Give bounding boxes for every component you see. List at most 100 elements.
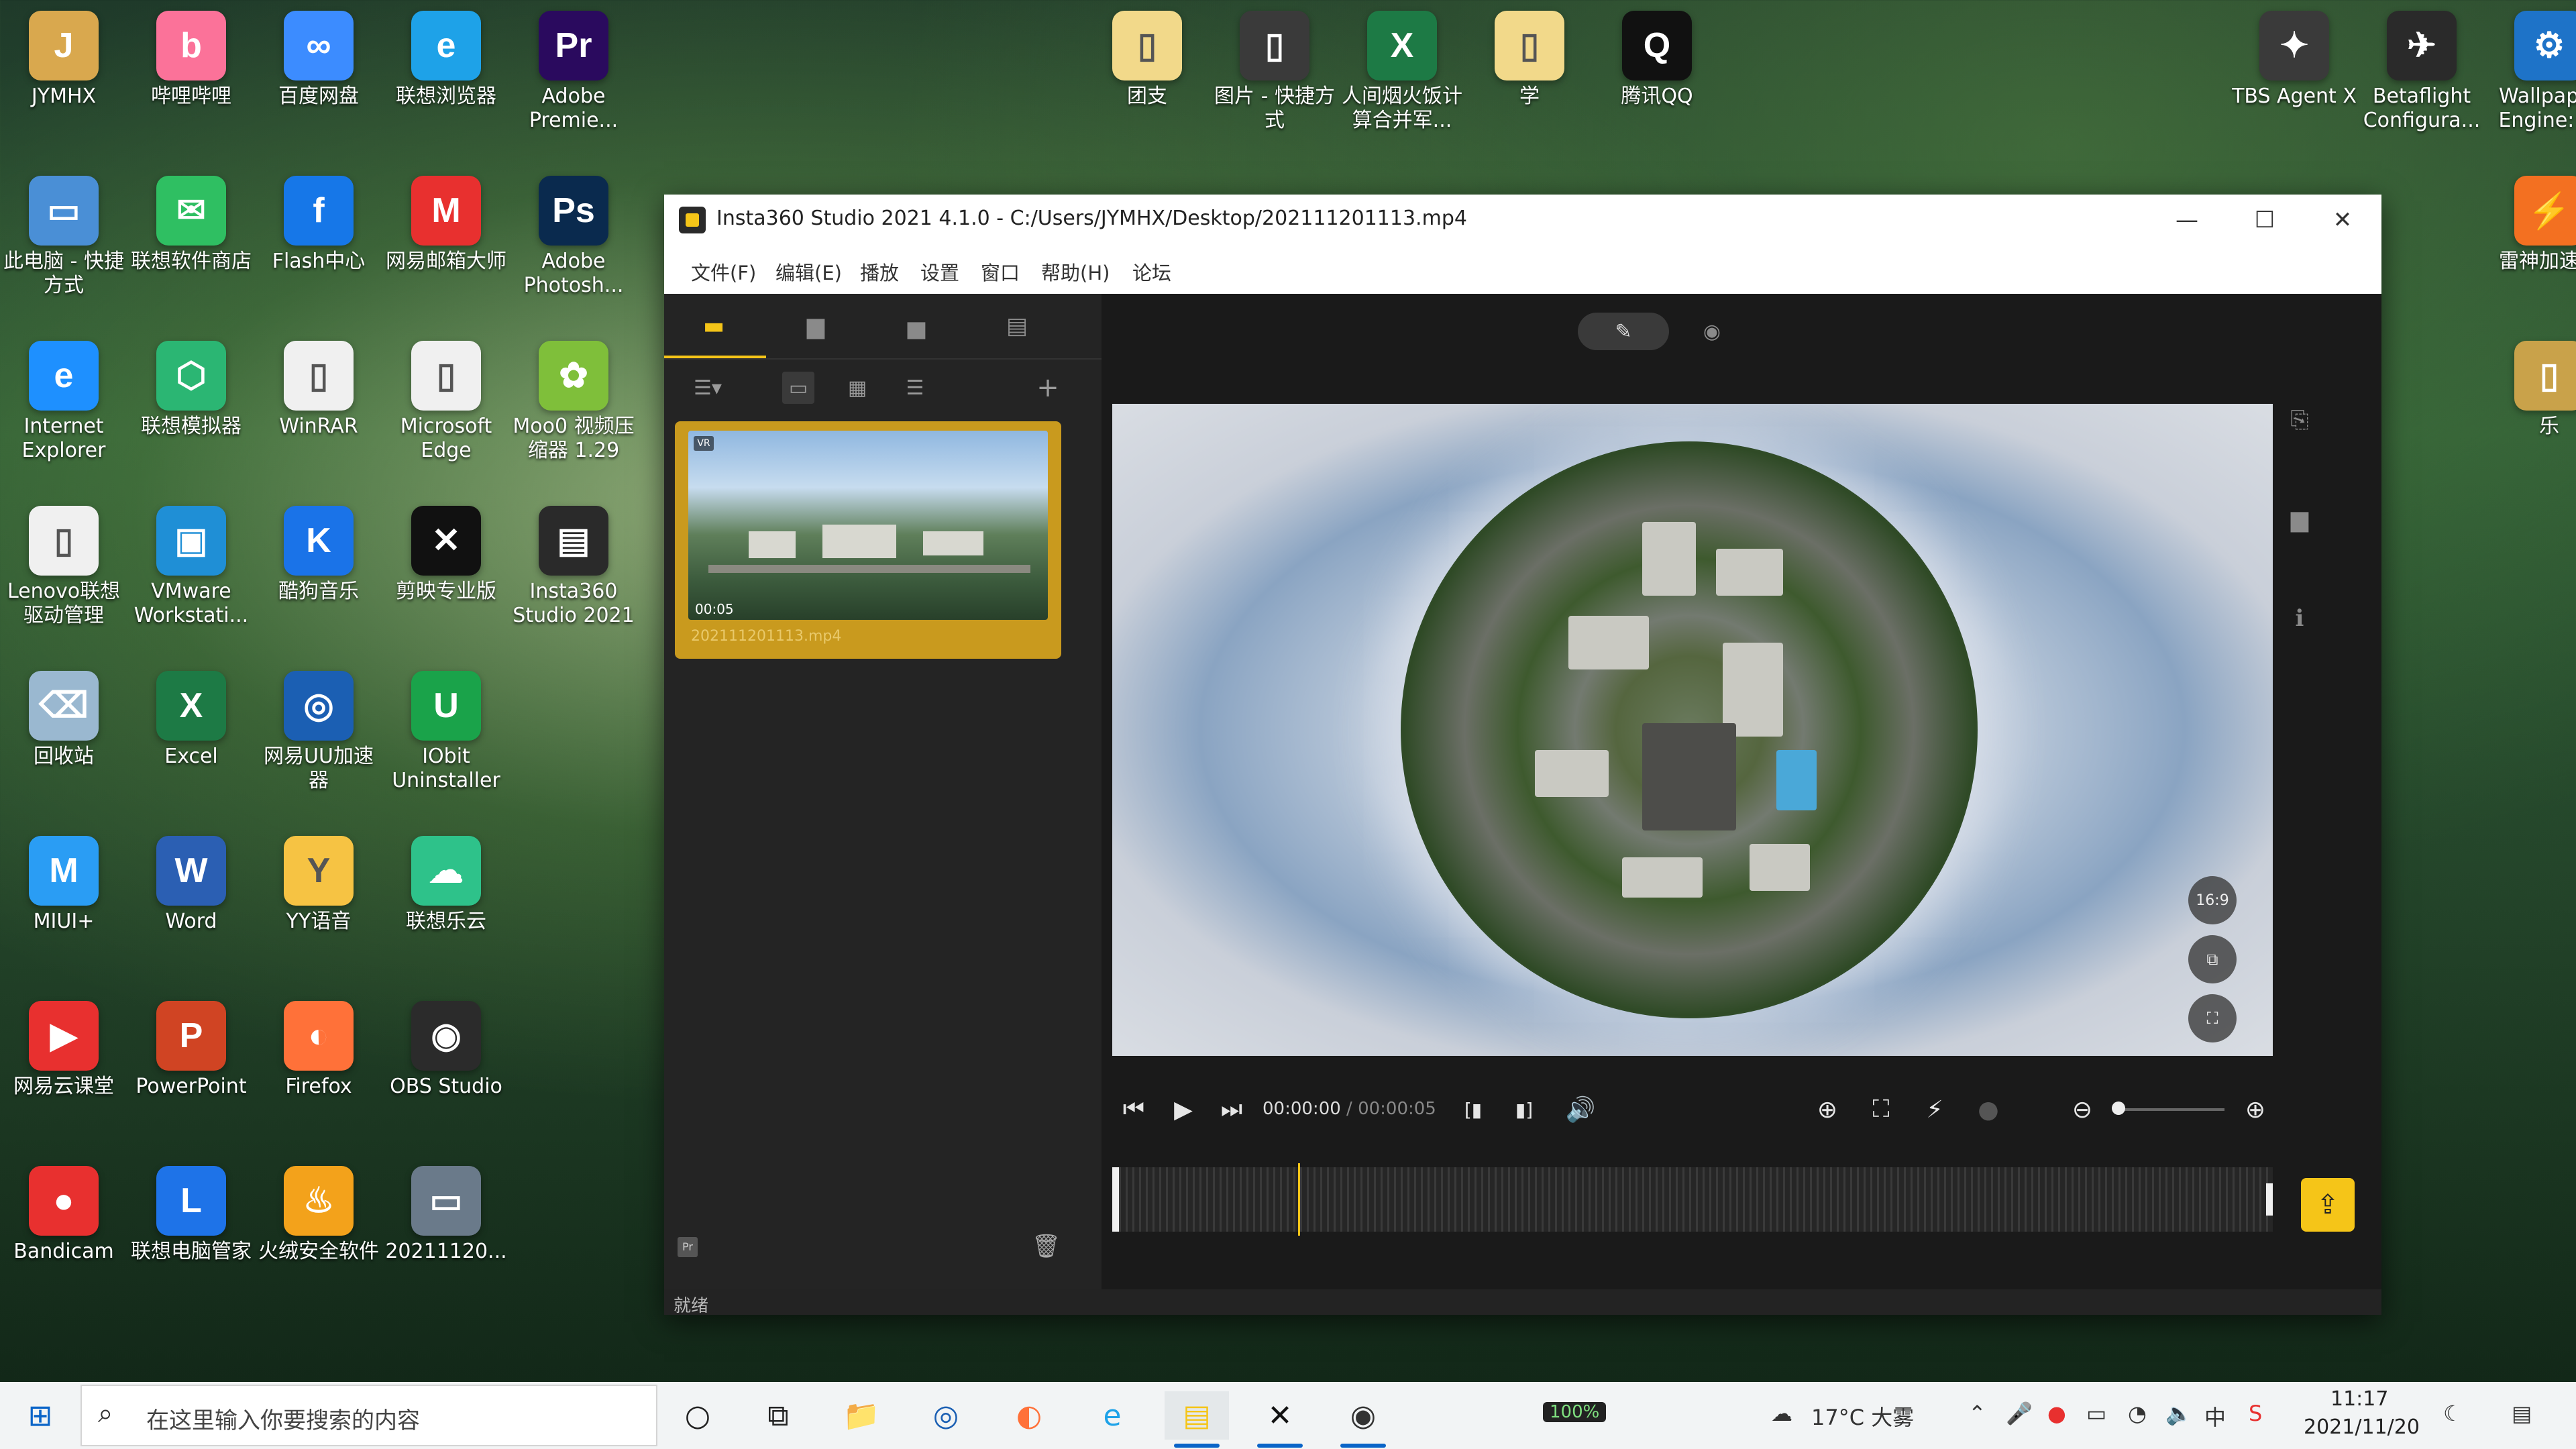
desktop-icon[interactable]: ✈ Betaflight Configura... [2358, 11, 2485, 133]
volume-icon[interactable]: 🔊 [1562, 1091, 1599, 1128]
document-icon[interactable]: ▤ [997, 307, 1037, 345]
playhead[interactable] [1298, 1163, 1300, 1236]
desktop-icon[interactable]: L 联想电脑管家 [127, 1166, 255, 1264]
desktop-icon[interactable]: ▯ 乐 [2485, 341, 2576, 439]
windows-start-icon[interactable]: ⊞ [13, 1393, 67, 1438]
add-keyframe-icon[interactable]: ⊕ [1809, 1091, 1846, 1128]
desktop-icon[interactable]: Y YY语音 [255, 836, 382, 934]
desktop-icon[interactable]: ∞ 百度网盘 [255, 11, 382, 109]
desktop-icon[interactable]: ▭ 此电脑 - 快捷方式 [0, 176, 127, 298]
desktop-icon[interactable]: ▯ WinRAR [255, 341, 382, 439]
desktop-icon[interactable]: e Internet Explorer [0, 341, 127, 463]
desktop-icon[interactable]: ✿ Moo0 视频压缩器 1.29 [510, 341, 637, 463]
desktop-icon[interactable]: ⚙ Wallpaper Engine: ... [2485, 11, 2576, 133]
focus-assist-icon[interactable]: ☾ [2443, 1401, 2463, 1426]
sort-menu-icon[interactable]: ☰▾ [684, 372, 731, 404]
desktop-icon[interactable]: M 网易邮箱大师 [382, 176, 510, 274]
firefox-icon[interactable]: ◐ [997, 1391, 1061, 1440]
weather-text[interactable]: 17°C 大雾 [1811, 1401, 1914, 1432]
title-bar[interactable]: Insta360 Studio 2021 4.1.0 - C:/Users/JY… [664, 195, 2381, 246]
maximize-button[interactable]: ☐ [2226, 195, 2304, 246]
microphone-icon[interactable]: 🎤 [2006, 1401, 2033, 1426]
desktop-icon[interactable]: ⬡ 联想模拟器 [127, 341, 255, 439]
insta360-taskbar-icon[interactable]: ▤ [1165, 1391, 1229, 1448]
desktop-icon[interactable]: b 哔哩哔哩 [127, 11, 255, 109]
task-view-icon[interactable]: ⧉ [746, 1391, 810, 1440]
export-icon[interactable]: ⇪ [2301, 1178, 2355, 1232]
cortana-icon[interactable]: ○ [665, 1391, 730, 1440]
tray-chevron-icon[interactable]: ⌃ [1968, 1401, 1986, 1426]
aspect-ratio-button[interactable]: 16:9 [2188, 876, 2237, 924]
list-view-icon[interactable]: ☰ [899, 372, 931, 404]
desktop-icon[interactable]: ◐ Firefox [255, 1001, 382, 1099]
folder-icon[interactable]: ▅ [896, 307, 936, 345]
view-mode-icon[interactable]: ⧉ [2188, 935, 2237, 983]
desktop-icon[interactable]: ♨ 火绒安全软件 [255, 1166, 382, 1264]
timeline-track[interactable] [1112, 1163, 2273, 1236]
menu-help[interactable]: 帮助(H) [1041, 258, 1110, 286]
desktop-icon[interactable]: X Excel [127, 671, 255, 769]
weather-icon[interactable]: ☁ [1771, 1401, 1792, 1426]
obs-taskbar-icon[interactable]: ◉ [1331, 1391, 1395, 1448]
menu-edit[interactable]: 编辑(E) [775, 258, 842, 286]
desktop-icon[interactable]: ▯ Lenovo联想驱动管理 [0, 506, 127, 628]
file-icon[interactable]: ▆ [796, 307, 836, 345]
media-clip-card[interactable]: VR 00:05 202111201113.mp4 [675, 421, 1061, 659]
desktop-icon[interactable]: e 联想浏览器 [382, 11, 510, 109]
taskbar-search-input[interactable]: ⌕ 在这里输入你要搜索的内容 [80, 1385, 657, 1446]
timeline-start-handle[interactable] [1112, 1167, 1119, 1232]
desktop-icon[interactable]: ▣ VMware Workstati... [127, 506, 255, 628]
timeline-end-handle[interactable] [2266, 1183, 2273, 1216]
uu-accelerator-icon[interactable]: ◎ [914, 1391, 978, 1440]
premiere-export-icon[interactable]: Pr [678, 1237, 698, 1257]
trash-icon[interactable]: 🗑 [1032, 1233, 1061, 1260]
desktop-icon[interactable]: Ps Adobe Photosh... [510, 176, 637, 298]
info-icon[interactable]: ℹ [2275, 594, 2324, 643]
menu-forum[interactable]: 论坛 [1132, 258, 1171, 286]
desktop-icon[interactable]: ▶ 网易云课堂 [0, 1001, 127, 1099]
file-explorer-icon[interactable]: 📁 [829, 1391, 894, 1440]
sogou-input-icon[interactable]: S [2249, 1401, 2262, 1426]
edit-mode-icon[interactable]: ✎ [1578, 313, 1669, 350]
desktop-icon[interactable]: U IObit Uninstaller [382, 671, 510, 793]
trim-in-icon[interactable]: [▮ [1454, 1091, 1492, 1128]
desktop-icon[interactable]: J JYMHX [0, 11, 127, 109]
speed-icon[interactable]: ⚡ [1916, 1091, 1953, 1128]
desktop-icon[interactable]: ▤ Insta360 Studio 2021 [510, 506, 637, 628]
zoom-slider-track[interactable] [2113, 1108, 2224, 1111]
desktop-icon[interactable]: ☁ 联想乐云 [382, 836, 510, 934]
desktop-icon[interactable]: P PowerPoint [127, 1001, 255, 1099]
lenovo-browser-icon[interactable]: e [1080, 1391, 1144, 1440]
zoom-out-icon[interactable]: ⊖ [2063, 1091, 2101, 1128]
capture-icon[interactable]: ⎘ [2275, 396, 2324, 444]
next-frame-icon[interactable]: ⏭ [1213, 1091, 1250, 1128]
desktop-icon[interactable]: ▭ 20211120... [382, 1166, 510, 1264]
input-method-icon[interactable]: 中 [2204, 1401, 2226, 1432]
preview-mode-icon[interactable]: ◉ [1692, 313, 1732, 350]
desktop-icon[interactable]: f Flash中心 [255, 176, 382, 274]
large-grid-view-icon[interactable]: ▭ [782, 372, 814, 404]
notification-center-icon[interactable]: ▤ [2512, 1401, 2532, 1426]
zoom-in-icon[interactable]: ⊕ [2237, 1091, 2274, 1128]
desktop-icon[interactable]: ▯ 学 [1466, 11, 1593, 109]
add-media-icon[interactable]: + [1032, 372, 1064, 404]
clock-time[interactable]: 11:17 [2330, 1387, 2388, 1411]
video-library-icon[interactable]: ▬ [694, 307, 734, 345]
desktop-icon[interactable]: ⌫ 回收站 [0, 671, 127, 769]
play-icon[interactable]: ▶ [1165, 1091, 1202, 1128]
menu-file[interactable]: 文件(F) [691, 258, 756, 286]
volume-tray-icon[interactable]: 🔈 [2165, 1401, 2192, 1426]
small-grid-view-icon[interactable]: ▦ [841, 372, 873, 404]
power-icon[interactable]: ▭ [2086, 1401, 2106, 1426]
menu-window[interactable]: 窗口 [981, 258, 1020, 286]
video-preview[interactable]: 16:9 ⧉ ⛶ [1112, 404, 2273, 1056]
fullscreen-icon[interactable]: ⛶ [2188, 994, 2237, 1042]
desktop-icon[interactable]: X 人间烟火饭计算合并军... [1338, 11, 1466, 133]
previous-frame-icon[interactable]: ⏮ [1115, 1091, 1152, 1128]
desktop-icon[interactable]: ▯ 图片 - 快捷方式 [1211, 11, 1338, 133]
desktop-icon[interactable]: K 酷狗音乐 [255, 506, 382, 604]
wifi-icon[interactable]: ◔ [2128, 1401, 2147, 1426]
desktop-icon[interactable]: Pr Adobe Premie... [510, 11, 637, 133]
snapshot-icon[interactable]: ⛶ [1862, 1091, 1900, 1128]
close-button[interactable]: ✕ [2304, 195, 2381, 246]
